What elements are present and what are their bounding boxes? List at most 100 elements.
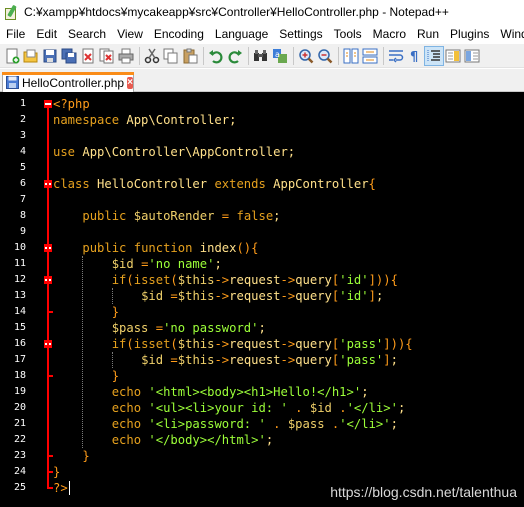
menu-tools[interactable]: Tools xyxy=(328,24,367,44)
code-token: ; xyxy=(375,289,384,303)
show-all-chars-icon[interactable]: ¶ xyxy=(406,47,424,65)
code-token: -> xyxy=(214,353,230,367)
menu-view[interactable]: View xyxy=(111,24,148,44)
code-token: } xyxy=(111,369,120,383)
code-token: query xyxy=(295,337,332,351)
find-icon[interactable] xyxy=(252,47,270,65)
code-token: ; xyxy=(361,385,369,399)
line-number: 22 xyxy=(13,434,26,445)
code-line: public function index(){ xyxy=(53,240,258,256)
menu-language[interactable]: Language xyxy=(209,24,273,44)
fold-range-end xyxy=(47,375,53,377)
cut-icon[interactable] xyxy=(143,47,161,65)
code-token: public xyxy=(82,209,127,223)
function-list-icon[interactable] xyxy=(463,47,481,65)
menu-edit[interactable]: Edit xyxy=(30,24,62,44)
sync-vertical-icon[interactable] xyxy=(342,47,360,65)
save-icon[interactable] xyxy=(41,47,59,65)
code-token: ; xyxy=(397,401,406,415)
sync-horizontal-icon[interactable] xyxy=(361,47,379,65)
code-token: '</li>' xyxy=(339,417,391,431)
redo-icon[interactable] xyxy=(226,47,244,65)
tab-bar: HelloController.php × xyxy=(0,69,524,92)
code-token: echo xyxy=(111,417,142,431)
zoom-out-icon[interactable] xyxy=(316,47,334,65)
code-token: -> xyxy=(214,273,230,287)
code-token: request xyxy=(229,337,281,351)
code-token: namespace xyxy=(53,113,120,127)
line-number: 24 xyxy=(13,466,26,477)
save-all-icon[interactable] xyxy=(60,47,78,65)
print-icon[interactable] xyxy=(117,47,135,65)
paste-icon[interactable] xyxy=(181,47,199,65)
code-token: ] xyxy=(383,353,391,367)
code-token: $id xyxy=(309,401,332,415)
title-bar[interactable]: C:¥xampp¥htdocs¥mycakeapp¥src¥Controller… xyxy=(0,0,524,24)
line-number: 7 xyxy=(19,194,26,205)
word-wrap-icon[interactable] xyxy=(387,47,405,65)
tab-close-button[interactable]: × xyxy=(127,76,133,89)
line-number: 6 xyxy=(19,178,26,189)
menu-settings[interactable]: Settings xyxy=(273,24,327,44)
code-token: -> xyxy=(214,337,230,351)
line-number-gutter: 1 2 3 4 5 6 7 8 9 10 11 12 13 14 15 16 17 18 19 20 21 22 23 24 2… xyxy=(0,92,42,507)
code-token: 'pass' xyxy=(339,337,384,351)
code-token: '<li>password: ' xyxy=(148,417,266,431)
code-line: if(isset($this->request->query['pass']))… xyxy=(53,336,413,352)
line-number: 1 xyxy=(19,98,26,109)
line-number: 13 xyxy=(13,290,26,301)
line-number: 2 xyxy=(19,114,26,125)
line-number: 19 xyxy=(13,386,26,397)
menu-macro[interactable]: Macro xyxy=(367,24,411,44)
indent-guide-icon[interactable] xyxy=(424,45,444,66)
menu-encoding[interactable]: Encoding xyxy=(148,24,209,44)
code-token: = xyxy=(170,353,178,367)
menu-window[interactable]: Window xyxy=(494,24,524,44)
code-token: '</body></html>' xyxy=(148,433,266,447)
copy-icon[interactable] xyxy=(162,47,180,65)
code-token: $id xyxy=(141,353,164,367)
code-token: query xyxy=(295,353,332,367)
watermark: https://blog.csdn.net/talenthua xyxy=(330,484,517,500)
zoom-in-icon[interactable] xyxy=(297,47,315,65)
code-line: $id =$this->request->query['pass']; xyxy=(53,352,398,368)
code-token: App\Controller\AppController; xyxy=(75,145,296,159)
undo-icon[interactable] xyxy=(207,47,225,65)
new-file-icon[interactable] xyxy=(3,47,21,65)
notepad-plus-plus-app-icon xyxy=(4,4,18,20)
line-number: 12 xyxy=(13,274,26,285)
open-file-icon[interactable] xyxy=(22,47,40,65)
menu-search[interactable]: Search xyxy=(62,24,111,44)
code-editor[interactable]: 1 2 3 4 5 6 7 8 9 10 11 12 13 14 15 16 17 18 19 20 21 22 23 24 2… xyxy=(0,92,524,507)
code-token: ; xyxy=(214,257,222,271)
code-token: ; xyxy=(273,209,281,223)
code-line: } xyxy=(53,304,119,320)
text-caret xyxy=(68,481,70,495)
code-token: $autoRender xyxy=(133,209,215,223)
doc-map-icon[interactable] xyxy=(444,47,462,65)
fold-toggle[interactable] xyxy=(44,100,52,108)
menu-run[interactable]: Run xyxy=(411,24,444,44)
code-token: if xyxy=(111,273,127,287)
line-number: 14 xyxy=(13,306,26,317)
replace-icon[interactable]: a xyxy=(271,47,289,65)
menu-file[interactable]: File xyxy=(0,24,30,44)
code-line: if(isset($this->request->query['id'])){ xyxy=(53,272,398,288)
line-number: 18 xyxy=(13,370,26,381)
code-token: ; xyxy=(258,321,266,335)
code-token: App\Controller; xyxy=(119,113,237,127)
menu-plugins[interactable]: Plugins xyxy=(444,24,494,44)
close-all-icon[interactable] xyxy=(98,47,116,65)
tab-hellocontroller-php[interactable]: HelloController.php × xyxy=(2,72,134,92)
close-icon[interactable] xyxy=(79,47,97,65)
code-token: } xyxy=(111,305,120,319)
code-line: echo '<ul><li>your id: ' . $id .'</li>'; xyxy=(53,400,406,416)
code-token: '</li>' xyxy=(346,401,398,415)
line-number: 16 xyxy=(13,338,26,349)
